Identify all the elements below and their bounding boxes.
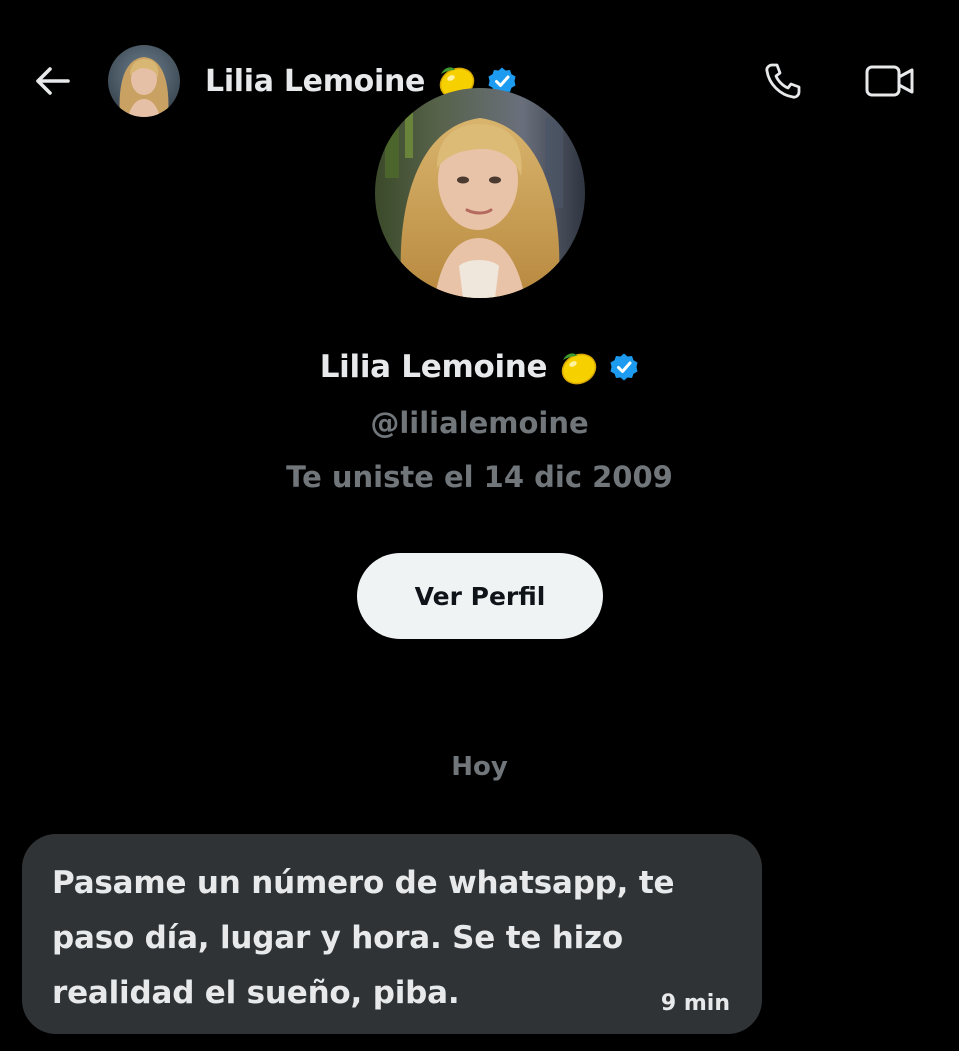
view-profile-button[interactable]: Ver Perfil — [357, 553, 603, 639]
call-button[interactable] — [758, 56, 808, 106]
message-bubble[interactable]: Pasame un número de whatsapp, te paso dí… — [22, 834, 762, 1034]
joined-date: Te uniste el 14 dic 2009 — [286, 460, 673, 494]
avatar-image — [108, 45, 180, 117]
video-camera-icon — [865, 65, 914, 97]
message-timestamp: 9 min — [660, 991, 730, 1016]
header-avatar[interactable] — [108, 45, 180, 117]
verified-badge-icon — [610, 353, 638, 381]
header-name: Lilia Lemoine — [205, 63, 426, 99]
arrow-left-icon — [36, 67, 70, 95]
profile-avatar[interactable] — [375, 88, 585, 298]
phone-icon — [765, 63, 801, 99]
back-button[interactable] — [26, 55, 78, 107]
video-call-button[interactable] — [860, 56, 920, 106]
lemon-emoji-icon — [562, 353, 597, 385]
avatar-image — [375, 88, 585, 298]
date-divider: Hoy — [451, 752, 508, 782]
profile-name-row: Lilia Lemoine — [0, 346, 959, 388]
message-text: Pasame un número de whatsapp, te paso dí… — [52, 865, 675, 1011]
profile-handle: @lilialemoine — [370, 406, 589, 440]
profile-name: Lilia Lemoine — [319, 349, 548, 385]
